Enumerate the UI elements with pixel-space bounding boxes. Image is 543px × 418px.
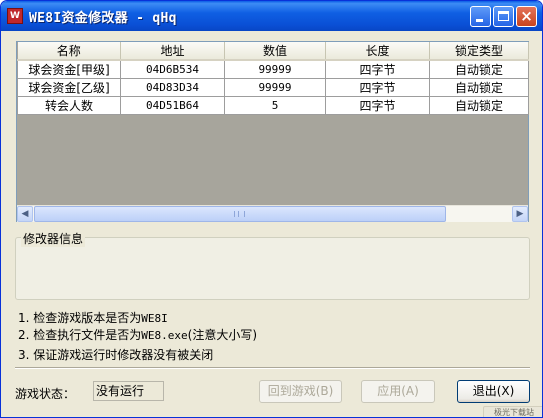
column-header-lock-type[interactable]: 锁定类型 — [429, 42, 529, 61]
exit-button[interactable]: 退出(X) — [457, 380, 530, 403]
close-button[interactable]: × — [516, 6, 537, 27]
note-number: 3. — [18, 348, 30, 362]
horizontal-scrollbar[interactable]: ◀ ▶ — [17, 205, 528, 222]
minimize-button[interactable] — [470, 6, 491, 27]
grip-icon — [234, 211, 245, 217]
cell-lock-type[interactable]: 自动锁定 — [429, 59, 529, 79]
cell-address[interactable]: 04D51B64 — [120, 96, 225, 115]
return-to-game-button[interactable]: 回到游戏(B) — [259, 380, 342, 403]
cell-value[interactable]: 5 — [224, 96, 326, 115]
column-header-value[interactable]: 数值 — [224, 42, 326, 61]
table-header-row: 名称 地址 数值 长度 锁定类型 — [17, 42, 529, 61]
note-suffix: (注意大小写) — [187, 328, 258, 342]
cell-value[interactable]: 99999 — [224, 59, 326, 79]
cell-address[interactable]: 04D6B534 — [120, 59, 225, 79]
window-title: WE8I资金修改器 - qHq — [29, 11, 177, 26]
cell-lock-type[interactable]: 自动锁定 — [429, 96, 529, 115]
note-text: 保证游戏运行时修改器没有被关闭 — [33, 348, 214, 362]
note-item: 2. 检查执行文件是否为WE8.exe(注意大小写) — [18, 326, 257, 343]
maximize-icon — [498, 11, 509, 21]
scrollbar-thumb[interactable] — [34, 206, 446, 222]
app-window: W WE8I资金修改器 - qHq × 名称 地址 数值 长度 锁定类型 球会资… — [0, 0, 543, 418]
maximize-button[interactable] — [493, 6, 514, 27]
column-header-name[interactable]: 名称 — [17, 42, 121, 61]
separator — [15, 367, 530, 369]
cell-name[interactable]: 球会资金[甲级] — [17, 59, 121, 79]
note-text: 检查执行文件是否为 — [33, 328, 142, 342]
note-item: 1. 检查游戏版本是否为WE8I — [18, 309, 168, 326]
close-icon: × — [520, 7, 533, 25]
note-code: WE8I — [141, 312, 168, 325]
table-row[interactable]: 球会资金[乙级] 04D83D34 99999 四字节 自动锁定 — [17, 78, 529, 97]
title-bar[interactable]: W WE8I资金修改器 - qHq × — [1, 1, 542, 31]
info-groupbox-title: 修改器信息 — [21, 230, 86, 247]
cell-length[interactable]: 四字节 — [325, 96, 430, 115]
cell-length[interactable]: 四字节 — [325, 78, 430, 97]
data-table-panel: 名称 地址 数值 长度 锁定类型 球会资金[甲级] 04D6B534 99999… — [16, 41, 529, 222]
cell-name[interactable]: 球会资金[乙级] — [17, 78, 121, 97]
column-header-length[interactable]: 长度 — [325, 42, 430, 61]
cell-length[interactable]: 四字节 — [325, 59, 430, 79]
cell-lock-type[interactable]: 自动锁定 — [429, 78, 529, 97]
note-text: 检查游戏版本是否为 — [33, 311, 142, 325]
apply-button[interactable]: 应用(A) — [361, 380, 435, 403]
table-row[interactable]: 转会人数 04D51B64 5 四字节 自动锁定 — [17, 96, 529, 115]
note-number: 1. — [18, 311, 30, 325]
note-code: WE8.exe — [141, 329, 188, 342]
note-number: 2. — [18, 328, 30, 342]
chevron-right-icon: ▶ — [516, 209, 524, 219]
data-table: 名称 地址 数值 长度 锁定类型 球会资金[甲级] 04D6B534 99999… — [17, 42, 529, 115]
app-icon[interactable]: W — [7, 8, 23, 24]
note-item: 3. 保证游戏运行时修改器没有被关闭 — [18, 346, 213, 363]
status-label: 游戏状态： — [15, 387, 76, 401]
cell-value[interactable]: 99999 — [224, 78, 326, 97]
chevron-left-icon: ◀ — [21, 209, 29, 219]
cell-address[interactable]: 04D83D34 — [120, 78, 225, 97]
table-row[interactable]: 球会资金[甲级] 04D6B534 99999 四字节 自动锁定 — [17, 59, 529, 79]
scroll-right-button[interactable]: ▶ — [512, 206, 528, 222]
info-groupbox — [15, 237, 530, 300]
cell-name[interactable]: 转会人数 — [17, 96, 121, 115]
minimize-icon — [476, 19, 483, 22]
status-value-field: 没有运行 — [93, 381, 164, 401]
column-header-address[interactable]: 地址 — [120, 42, 225, 61]
scroll-left-button[interactable]: ◀ — [17, 206, 33, 222]
watermark-logo: 极光下载站 — [483, 406, 542, 417]
